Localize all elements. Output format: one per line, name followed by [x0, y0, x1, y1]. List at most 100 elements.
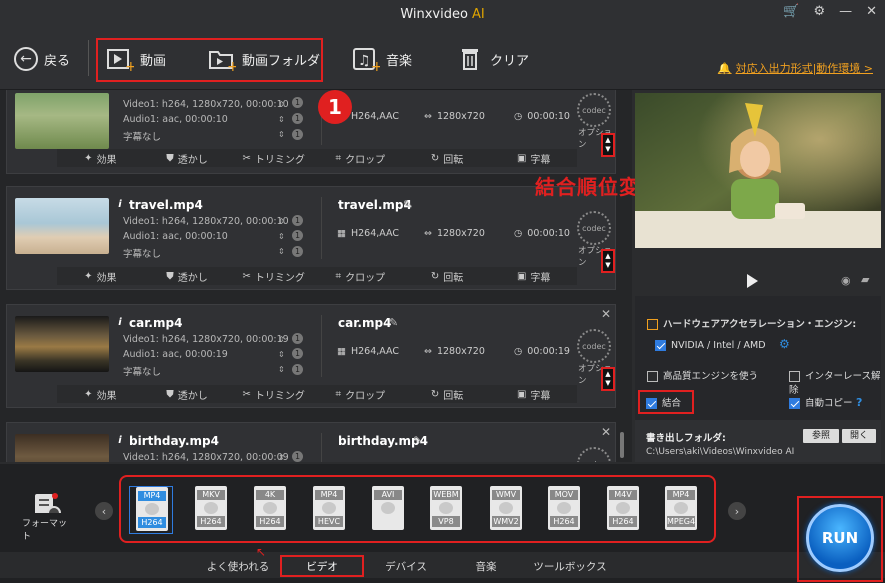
remove-item-icon[interactable]: ✕: [601, 307, 611, 321]
watermark-button[interactable]: ⛊ 透かし: [144, 385, 231, 403]
trash-icon: [456, 46, 484, 72]
codec-option-icon[interactable]: codec: [577, 211, 611, 245]
back-button[interactable]: ← 戻る: [14, 42, 70, 76]
edit-pencil-icon[interactable]: ✎: [403, 198, 412, 211]
reorder-updown-button[interactable]: ▲ ▼: [601, 249, 615, 273]
crop-button[interactable]: ⌗ クロップ: [317, 267, 404, 285]
subtitle-button[interactable]: ▣ 字幕: [490, 385, 577, 403]
play-icon[interactable]: [747, 274, 758, 288]
stamp-icon: ⛊: [166, 270, 174, 282]
music-add-icon: ♫ +: [352, 46, 380, 72]
hw-accel-checkbox[interactable]: [647, 318, 658, 330]
next-format-arrow[interactable]: ›: [728, 502, 746, 520]
file-item[interactable]: Video1: h264, 1280x720, 00:00:10 Audio1:…: [6, 90, 616, 174]
info-icon[interactable]: i: [114, 199, 126, 211]
output-resolution: ⇔ 1280x720: [424, 346, 485, 357]
format-preset[interactable]: MKV H264: [189, 486, 233, 534]
reorder-updown-button[interactable]: ▲ ▼: [601, 367, 615, 391]
effect-button[interactable]: ✦ 効果: [57, 267, 144, 285]
info-icon[interactable]: i: [114, 435, 126, 447]
format-preset[interactable]: MOV H264: [542, 486, 586, 534]
effect-button[interactable]: ✦ 効果: [57, 149, 144, 167]
nvidia-checkbox[interactable]: [655, 339, 666, 351]
hq-engine-checkbox[interactable]: [647, 370, 658, 382]
close-icon[interactable]: ✕: [866, 4, 877, 19]
subtitle-arrow-icon[interactable]: ⇕: [278, 247, 285, 256]
edit-pencil-icon[interactable]: ✎: [389, 316, 398, 329]
add-music-button[interactable]: ♫ + 音楽: [352, 42, 412, 76]
crop-button[interactable]: ⌗ クロップ: [317, 385, 404, 403]
codec-option-icon[interactable]: codec: [577, 329, 611, 363]
add-video-button[interactable]: + 動画: [106, 42, 166, 76]
auto-copy-row[interactable]: 自動コピー ?: [789, 395, 862, 409]
video-track-arrow-icon[interactable]: ⇕: [278, 453, 285, 462]
list-scrollbar[interactable]: [620, 432, 624, 458]
folder-icon[interactable]: ▰: [861, 273, 869, 286]
hw-accel-row[interactable]: ハードウェアアクセラレーション・エンジン:: [635, 316, 881, 330]
subtitle-button[interactable]: ▣ 字幕: [490, 149, 577, 167]
merge-row[interactable]: 結合: [646, 395, 681, 409]
tab-toolbox[interactable]: ツールボックス: [528, 555, 612, 577]
rotate-button[interactable]: ↻ 回転: [404, 267, 491, 285]
open-button[interactable]: 開く: [842, 429, 876, 443]
help-icon[interactable]: ?: [856, 396, 862, 409]
reorder-updown-button[interactable]: ▲ ▼: [601, 133, 615, 157]
hw-option-row[interactable]: NVIDIA / Intel / AMD ⚙: [635, 337, 881, 351]
trim-button[interactable]: ✂ トリミング: [230, 385, 317, 403]
format-preset[interactable]: MP4 MPEG4: [659, 486, 703, 534]
format-button[interactable]: フォーマット: [22, 492, 72, 542]
support-link[interactable]: 🔔 対応入出力形式|動作環境 >: [718, 60, 873, 76]
run-button[interactable]: RUN: [806, 504, 874, 572]
file-item[interactable]: ✕ i birthday.mp4 Video1: h264, 1280x720,…: [6, 422, 616, 462]
tab-video[interactable]: ビデオ: [280, 555, 364, 577]
subtitle-arrow-icon[interactable]: ⇕: [278, 365, 285, 374]
edit-pencil-icon[interactable]: ✎: [413, 434, 422, 447]
format-preset[interactable]: MP4 HEVC: [307, 486, 351, 534]
codec-option-icon[interactable]: codec: [577, 447, 611, 462]
watermark-button[interactable]: ⛊ 透かし: [144, 149, 231, 167]
minimize-icon[interactable]: —: [839, 4, 852, 19]
video-track-arrow-icon[interactable]: ⇕: [278, 100, 285, 109]
deinterlace-row[interactable]: インターレース解除: [789, 368, 885, 396]
file-item[interactable]: i travel.mp4 Video1: h264, 1280x720, 00:…: [6, 186, 616, 290]
format-preset[interactable]: WEBM VP8: [424, 486, 468, 534]
deinterlace-checkbox[interactable]: [789, 370, 800, 382]
video-track-arrow-icon[interactable]: ⇕: [278, 335, 285, 344]
effect-button[interactable]: ✦ 効果: [57, 385, 144, 403]
clear-button[interactable]: クリア: [456, 42, 529, 76]
format-preset[interactable]: M4V H264: [601, 486, 645, 534]
snapshot-icon[interactable]: ◉: [841, 274, 851, 287]
gear-icon[interactable]: ⚙: [813, 4, 825, 19]
clock-icon: ◷: [514, 111, 523, 122]
audio-track-arrow-icon[interactable]: ⇕: [278, 350, 285, 359]
auto-copy-checkbox[interactable]: [789, 397, 800, 409]
rotate-button[interactable]: ↻ 回転: [404, 149, 491, 167]
cart-icon[interactable]: 🛒: [783, 4, 799, 19]
add-folder-button[interactable]: + 動画フォルダ: [208, 42, 320, 76]
browse-button[interactable]: 参照: [803, 429, 839, 443]
trim-button[interactable]: ✂ トリミング: [230, 267, 317, 285]
subtitle-arrow-icon[interactable]: ⇕: [278, 130, 285, 139]
crop-icon: ⌗: [335, 388, 342, 400]
tab-device[interactable]: デバイス: [368, 555, 444, 577]
watermark-button[interactable]: ⛊ 透かし: [144, 267, 231, 285]
merge-checkbox[interactable]: [646, 397, 657, 409]
file-item[interactable]: ✕ i car.mp4 Video1: h264, 1280x720, 00:0…: [6, 304, 616, 408]
format-preset[interactable]: MP4 H264: [129, 486, 173, 534]
prev-format-arrow[interactable]: ‹: [95, 502, 113, 520]
audio-track-arrow-icon[interactable]: ⇕: [278, 232, 285, 241]
tab-music[interactable]: 音楽: [448, 555, 524, 577]
video-track-arrow-icon[interactable]: ⇕: [278, 217, 285, 226]
crop-button[interactable]: ⌗ クロップ: [317, 149, 404, 167]
format-preset[interactable]: 4K H264: [248, 486, 292, 534]
subtitle-button[interactable]: ▣ 字幕: [490, 267, 577, 285]
format-preset[interactable]: WMV WMV2: [484, 486, 528, 534]
format-preset[interactable]: AVI: [366, 486, 410, 534]
hw-settings-gear-icon[interactable]: ⚙: [779, 337, 790, 351]
codec-option-icon[interactable]: codec: [577, 93, 611, 127]
info-icon[interactable]: i: [114, 317, 126, 329]
audio-track-arrow-icon[interactable]: ⇕: [278, 115, 285, 124]
rotate-button[interactable]: ↻ 回転: [404, 385, 491, 403]
trim-button[interactable]: ✂ トリミング: [230, 149, 317, 167]
remove-item-icon[interactable]: ✕: [601, 425, 611, 439]
